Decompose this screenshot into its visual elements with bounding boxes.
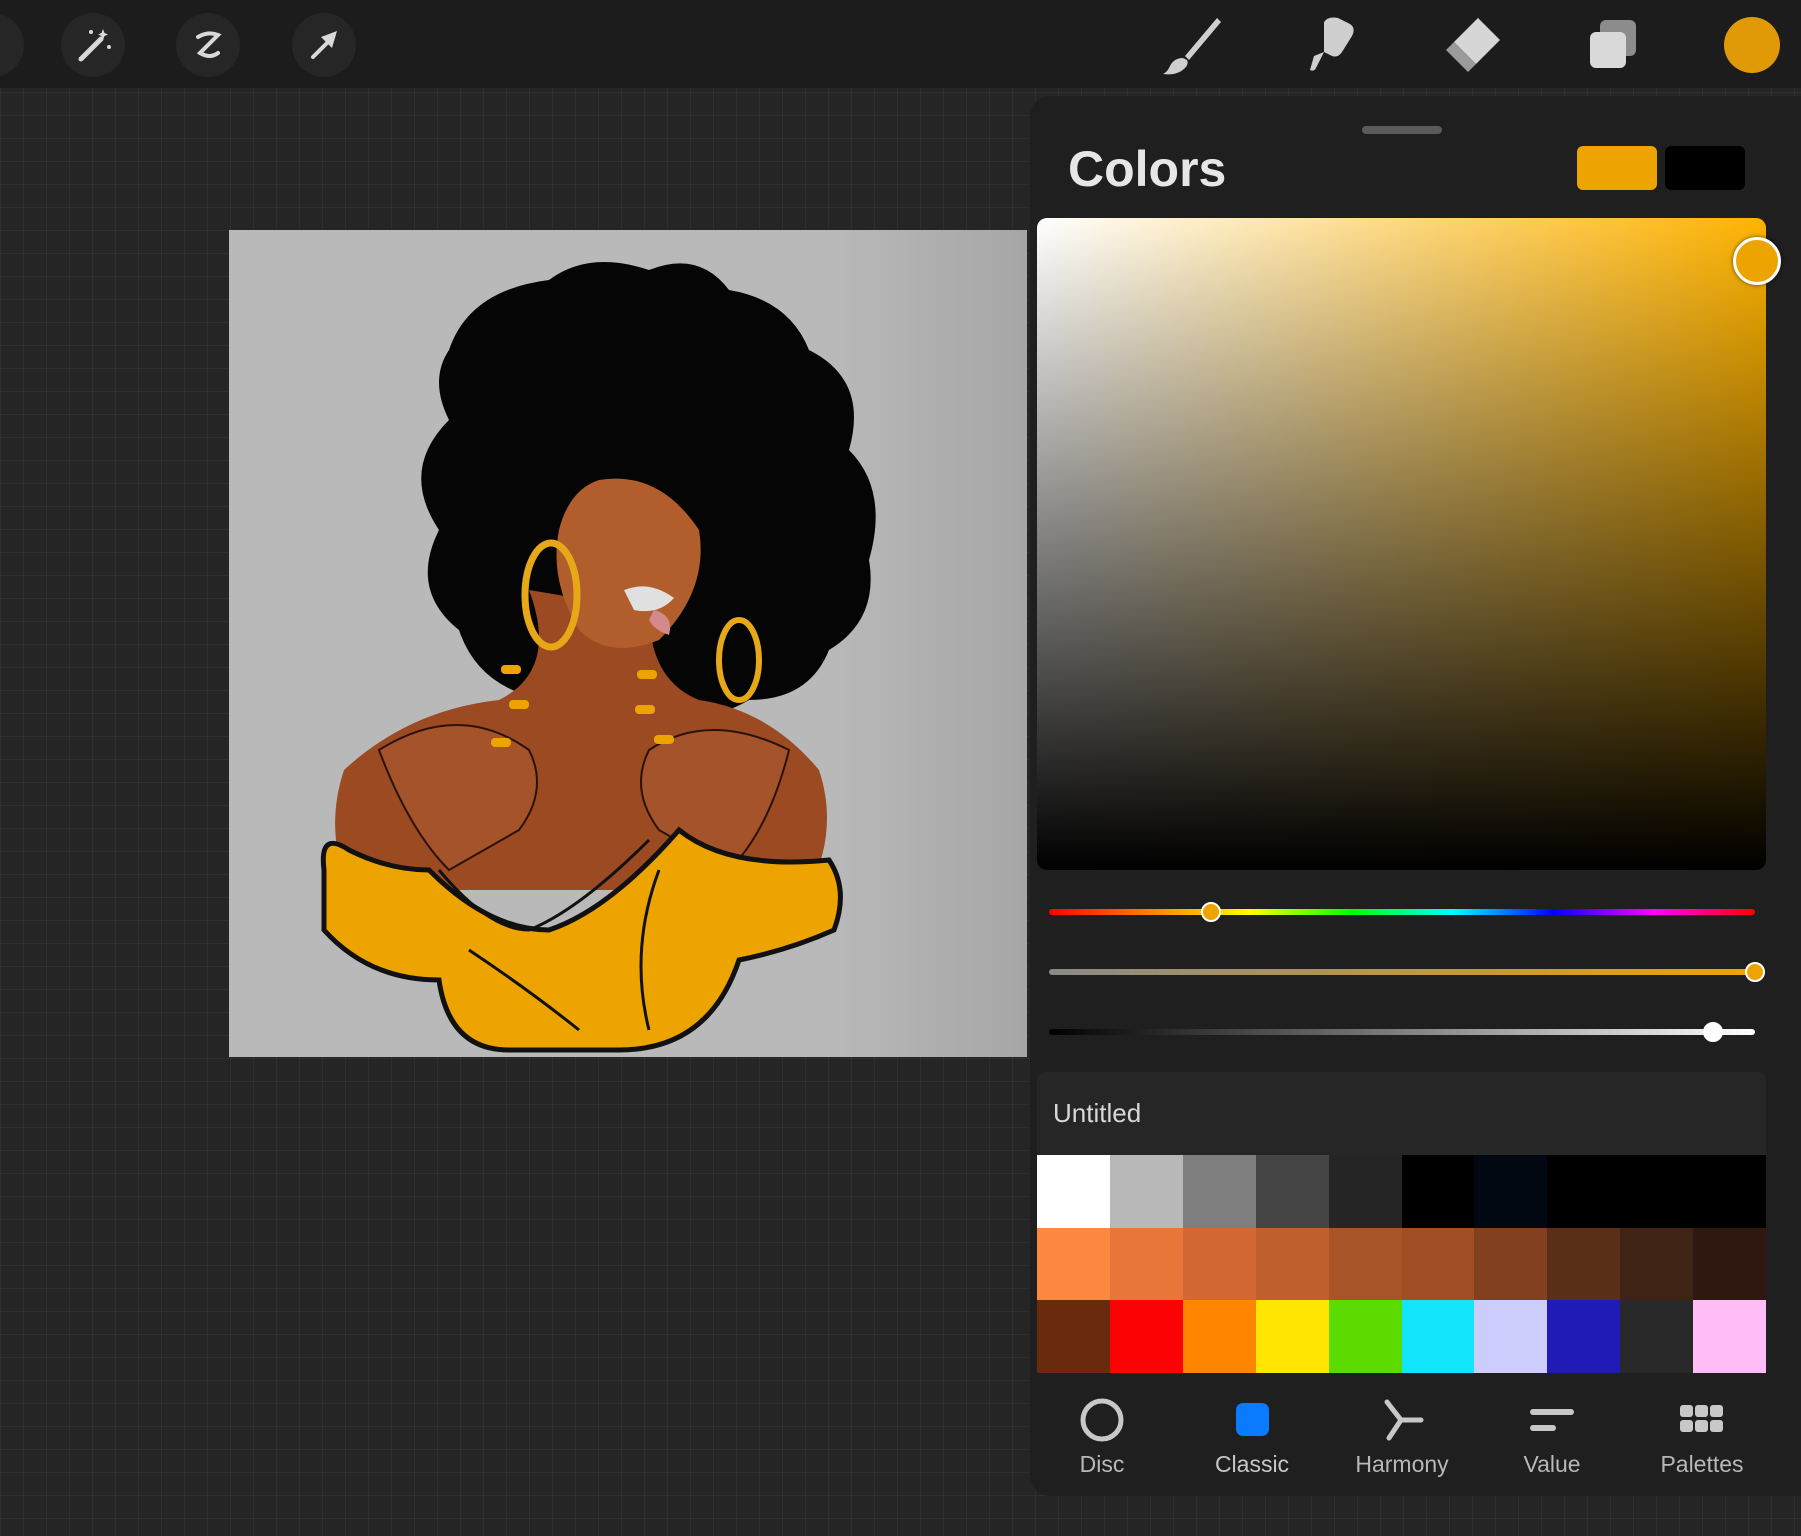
palette-swatch[interactable] <box>1693 1155 1766 1228</box>
palette-swatch[interactable] <box>1109 1300 1183 1373</box>
palette-swatch[interactable] <box>1255 1300 1329 1373</box>
palette-swatch[interactable] <box>1255 1155 1329 1228</box>
top-toolbar <box>0 0 1801 88</box>
tab-classic[interactable]: Classic <box>1187 1396 1317 1486</box>
primary-color-swatch[interactable] <box>1577 146 1657 190</box>
palette-swatch[interactable] <box>1182 1300 1256 1373</box>
magic-wand-icon <box>78 29 111 62</box>
saturation-brightness-picker[interactable] <box>1037 218 1766 870</box>
hue-slider[interactable] <box>1049 909 1755 915</box>
palette-swatch[interactable] <box>1693 1300 1766 1373</box>
palette-header <box>1037 1072 1766 1155</box>
illustration-image <box>320 262 876 1053</box>
tab-disc[interactable]: Disc <box>1037 1396 1167 1486</box>
palettes-grid-icon <box>1680 1405 1723 1432</box>
tab-harmony-label: Harmony <box>1355 1451 1449 1477</box>
palette-swatch[interactable] <box>1620 1227 1694 1301</box>
selection-button[interactable] <box>176 13 240 77</box>
palette-swatch[interactable] <box>1109 1155 1183 1228</box>
panel-grabber[interactable] <box>1362 126 1442 134</box>
palette-swatch[interactable] <box>1401 1227 1475 1301</box>
transform-arrow-icon <box>311 31 337 59</box>
saturation-slider-knob[interactable] <box>1745 962 1765 982</box>
palette-swatch[interactable] <box>1401 1300 1475 1373</box>
palette-swatch[interactable] <box>1328 1155 1402 1228</box>
palette-swatch[interactable] <box>1037 1227 1110 1301</box>
palette-swatch[interactable] <box>1037 1300 1110 1373</box>
adjustments-button[interactable] <box>61 13 125 77</box>
palette-swatch[interactable] <box>1474 1300 1548 1373</box>
tab-value-label: Value <box>1523 1451 1581 1477</box>
palette-swatch[interactable] <box>1547 1227 1621 1301</box>
disc-icon <box>1080 1398 1124 1442</box>
tab-palettes[interactable]: Palettes <box>1637 1396 1767 1486</box>
palette-swatch[interactable] <box>1620 1155 1694 1228</box>
brush-icon[interactable] <box>1159 12 1225 78</box>
classic-square-icon <box>1236 1403 1269 1436</box>
palette-swatch[interactable] <box>1109 1227 1183 1301</box>
layers-icon[interactable] <box>1580 12 1646 78</box>
color-picker-knob[interactable] <box>1733 237 1781 285</box>
selection-icon <box>196 31 222 58</box>
palette-swatch[interactable] <box>1547 1300 1621 1373</box>
palette-swatch[interactable] <box>1182 1155 1256 1228</box>
brightness-slider[interactable] <box>1049 1029 1755 1035</box>
current-color-button[interactable] <box>1724 17 1780 73</box>
palette-swatch[interactable] <box>1474 1227 1548 1301</box>
palette-swatch[interactable] <box>1328 1227 1402 1301</box>
harmony-icon <box>1384 1399 1424 1441</box>
brightness-slider-knob[interactable] <box>1702 1022 1723 1042</box>
secondary-color-swatch[interactable] <box>1665 146 1745 190</box>
transform-button[interactable] <box>292 13 356 77</box>
palette-swatch[interactable] <box>1620 1300 1694 1373</box>
tab-disc-label: Disc <box>1079 1451 1125 1477</box>
smudge-icon[interactable] <box>1298 12 1364 78</box>
tab-palettes-label: Palettes <box>1660 1451 1744 1477</box>
canvas-artwork[interactable] <box>229 230 1027 1057</box>
palette-swatch[interactable] <box>1328 1300 1402 1373</box>
saturation-slider[interactable] <box>1049 969 1755 975</box>
palette-swatch[interactable] <box>1037 1155 1110 1228</box>
tab-harmony[interactable]: Harmony <box>1337 1396 1467 1486</box>
value-sliders-icon <box>1530 1409 1574 1431</box>
palette-swatch[interactable] <box>1474 1155 1548 1228</box>
palette-swatch[interactable] <box>1401 1155 1475 1228</box>
palette-swatch[interactable] <box>1547 1155 1621 1228</box>
palette-swatch[interactable] <box>1693 1227 1766 1301</box>
tab-classic-label: Classic <box>1214 1451 1290 1477</box>
tab-value[interactable]: Value <box>1487 1396 1617 1486</box>
gallery-button-edge[interactable] <box>0 13 24 77</box>
eraser-icon[interactable] <box>1438 12 1504 78</box>
palette-swatch[interactable] <box>1255 1227 1329 1301</box>
palette-name[interactable]: Untitled <box>1053 1098 1141 1129</box>
panel-title: Colors <box>1068 141 1227 197</box>
palette-swatch-grid <box>1037 1155 1766 1373</box>
palette-swatch[interactable] <box>1182 1227 1256 1301</box>
